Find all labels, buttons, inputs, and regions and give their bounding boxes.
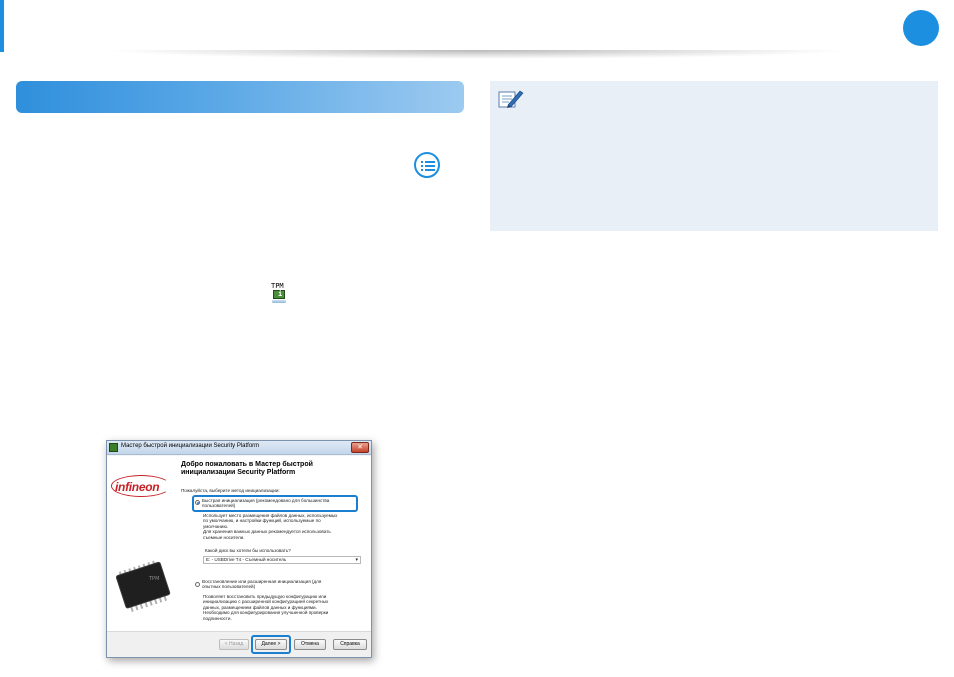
tpm-chip-image: TPM [115,560,171,612]
option1-label-line2: пользователей) [202,503,236,509]
disk-question: Какой диск вы хотели бы использовать? [205,548,291,553]
tpm-app-icon [109,443,118,452]
dialog-heading: Добро пожаловать в Мастер быстрой инициа… [181,461,361,477]
option2-description: Позволяет восстановить предыдущую конфиг… [203,594,328,621]
disk-select[interactable]: E: - USBDrive T4 - Съемный носитель ▾ [203,556,361,564]
option1-desc-line5: съемные носители. [203,534,245,540]
header-divider [0,50,954,62]
tpm-chip-glyph: i [273,290,285,299]
note-pen-icon [498,90,524,108]
dialog-title: Мастер быстрой инициализации Security Pl… [121,443,260,449]
tpm-tray-icon: TPM i [270,282,288,306]
dialog-titlebar[interactable]: Мастер быстрой инициализации Security Pl… [107,441,371,455]
help-button[interactable]: Справка [333,639,367,650]
option1-label[interactable]: Быстрая инициализация (рекомендовано для… [202,498,329,509]
dialog-close-button[interactable]: ✕ [351,442,369,453]
option2-desc-line5: подлинности. [203,615,232,621]
quick-init-radio[interactable] [195,500,200,505]
chip-label: TPM [148,576,159,582]
cancel-button[interactable]: Отмена [294,639,326,650]
dialog-heading-line2: инициализации Security Platform [181,469,296,476]
close-icon: ✕ [357,444,363,451]
dialog-heading-line1: Добро пожаловать в Мастер быстрой [181,461,313,468]
option2-label[interactable]: Восстановление или расширенная инициализ… [202,579,321,590]
option1-description: Использует место размещения файлов данны… [203,513,337,540]
menu-list-icon [414,152,440,178]
tpm-icon-label: TPM [271,282,284,290]
option2-label-line2: опытных пользователей) [202,584,256,590]
note-panel [490,81,938,231]
next-button[interactable]: Далее > [255,639,287,650]
disk-select-value: E: - USBDrive T4 - Съемный носитель [206,557,287,562]
init-wizard-dialog: Мастер быстрой инициализации Security Pl… [106,440,372,658]
chevron-down-icon: ▾ [355,557,358,563]
option1-desc-line4: Для хранения важных данных рекомендуется… [203,529,331,535]
option2-desc-line4: Необходимо для конфигурирования улучшенн… [203,610,329,616]
tpm-icon-badge: i [278,290,283,298]
infineon-logo: infineon [115,480,160,494]
section-title-banner [16,81,464,113]
advanced-init-radio[interactable] [195,582,200,587]
back-button[interactable]: < Назад [219,639,249,650]
header-accent-bar [0,0,4,52]
page-number-badge [903,10,939,46]
dialog-brand-pane: infineon TPM [107,456,177,631]
tpm-icon-base [272,300,286,303]
method-prompt: Пожалуйста, выберите метод инициализации… [181,488,280,493]
